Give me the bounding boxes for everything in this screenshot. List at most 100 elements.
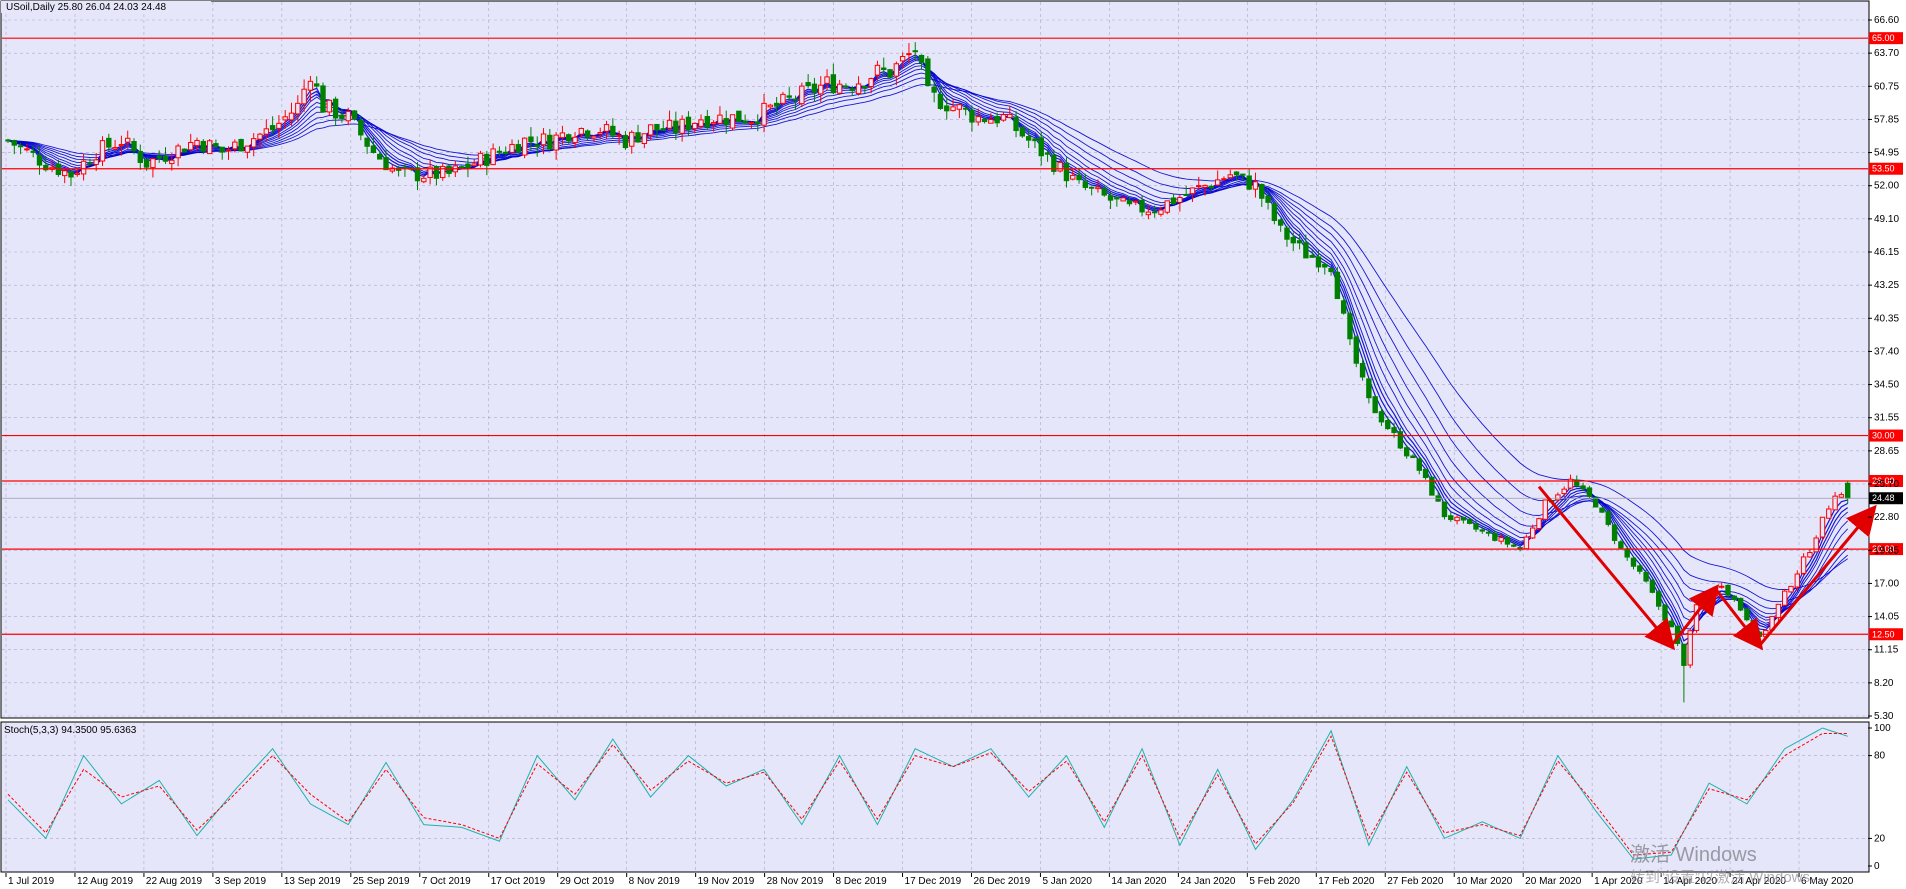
candle-body — [1504, 537, 1511, 545]
candle-body — [1485, 531, 1492, 534]
candle-body — [68, 171, 74, 178]
candle-body — [1000, 114, 1007, 121]
candle-body — [1737, 597, 1744, 611]
price-level-label: 65.00 — [1872, 33, 1895, 43]
candle-body — [1019, 127, 1026, 137]
candle-body — [679, 118, 685, 134]
candle-body — [1838, 494, 1845, 498]
candle-body — [1025, 136, 1032, 141]
candle-body — [673, 120, 679, 134]
candle-body — [641, 133, 648, 145]
candle-body — [1618, 541, 1624, 549]
candle-body — [710, 122, 717, 125]
candle-body — [351, 110, 358, 120]
candle-body — [1303, 242, 1309, 259]
candle-body — [301, 88, 307, 105]
candle-body — [1555, 494, 1561, 501]
candle-body — [1114, 196, 1120, 200]
candle-body — [112, 146, 118, 150]
candle-body — [1775, 603, 1782, 619]
candle-body — [219, 146, 225, 153]
candle-body — [1145, 211, 1152, 216]
candle-body — [206, 140, 213, 155]
candle-body — [80, 160, 87, 175]
price-tick-label: 60.75 — [1874, 81, 1899, 92]
candle-body — [1429, 476, 1435, 496]
candle-body — [276, 122, 282, 129]
price-pane[interactable] — [0, 0, 1870, 719]
candle-body — [1807, 552, 1813, 558]
candle-body — [1385, 419, 1391, 430]
price-tick-label: 22.80 — [1874, 512, 1899, 523]
candle-body — [106, 137, 112, 148]
candle-body — [868, 78, 874, 87]
candle-body — [1240, 173, 1246, 176]
chart-canvas: 65.0053.5030.0026.0020.0012.5024.48 66.6… — [0, 0, 1903, 887]
candle-body — [962, 107, 969, 110]
candle-body — [912, 50, 918, 53]
candle-body — [251, 138, 257, 148]
candle-body — [490, 148, 496, 166]
candle-body — [603, 124, 610, 132]
candle-body — [559, 132, 566, 139]
time-tick-label: 28 Nov 2019 — [767, 876, 824, 887]
candle-body — [1668, 620, 1674, 628]
candle-body — [1643, 572, 1649, 582]
candle-body — [1523, 536, 1530, 550]
candle-body — [1536, 518, 1542, 529]
candle-body — [761, 102, 767, 126]
time-tick-label: 5 Feb 2020 — [1249, 876, 1300, 887]
candle-body — [1410, 455, 1416, 459]
candle-body — [1126, 200, 1133, 205]
candle-body — [484, 153, 490, 166]
candle-body — [137, 150, 144, 163]
time-tick-label: 29 Oct 2019 — [560, 876, 615, 887]
candle-body — [465, 163, 471, 169]
candle-body — [1095, 186, 1101, 190]
candle-body — [1057, 161, 1063, 172]
price-tick-label: 8.20 — [1874, 678, 1894, 689]
candle-body — [1826, 508, 1832, 519]
price-tick-label: 31.55 — [1874, 413, 1899, 424]
candle-body — [1044, 152, 1051, 155]
candle-body — [843, 85, 849, 88]
candle-body — [1492, 533, 1498, 541]
time-tick-label: 13 Sep 2019 — [284, 876, 341, 887]
candle-body — [1466, 518, 1473, 524]
candle-body — [1473, 523, 1479, 530]
candle-body — [723, 118, 729, 126]
candle-body — [1340, 300, 1347, 314]
candle-body — [736, 110, 742, 123]
candle-body — [1259, 183, 1265, 199]
candle-body — [610, 125, 616, 136]
time-tick-label: 12 Aug 2019 — [77, 876, 134, 887]
time-tick-label: 17 Dec 2019 — [905, 876, 962, 887]
time-tick-label: 20 Mar 2020 — [1525, 876, 1582, 887]
candle-body — [1265, 195, 1271, 203]
candle-body — [307, 80, 314, 91]
candle-body — [370, 145, 377, 153]
candle-body — [1214, 179, 1221, 186]
candle-body — [572, 136, 578, 144]
candle-body — [647, 124, 654, 136]
candle-body — [87, 162, 93, 165]
candle-body — [421, 177, 427, 183]
candle-body — [446, 165, 452, 174]
time-tick-label: 26 Dec 2019 — [973, 876, 1030, 887]
candle-body — [1844, 482, 1851, 499]
time-tick-label: 17 Feb 2020 — [1318, 876, 1375, 887]
candle-body — [320, 85, 326, 113]
candle-body — [1630, 557, 1637, 567]
price-level-label: 53.50 — [1872, 164, 1895, 174]
candle-body — [553, 134, 559, 151]
candle-body — [849, 88, 855, 92]
candle-body — [666, 119, 673, 129]
candle-body — [1511, 544, 1517, 547]
candle-body — [1202, 184, 1208, 188]
time-tick-label: 27 Feb 2020 — [1387, 876, 1444, 887]
candle-body — [477, 152, 484, 166]
time-tick-label: 22 Aug 2019 — [146, 876, 203, 887]
candle-body — [1347, 313, 1353, 340]
candle-body — [1007, 113, 1013, 119]
candle-body — [440, 165, 446, 179]
